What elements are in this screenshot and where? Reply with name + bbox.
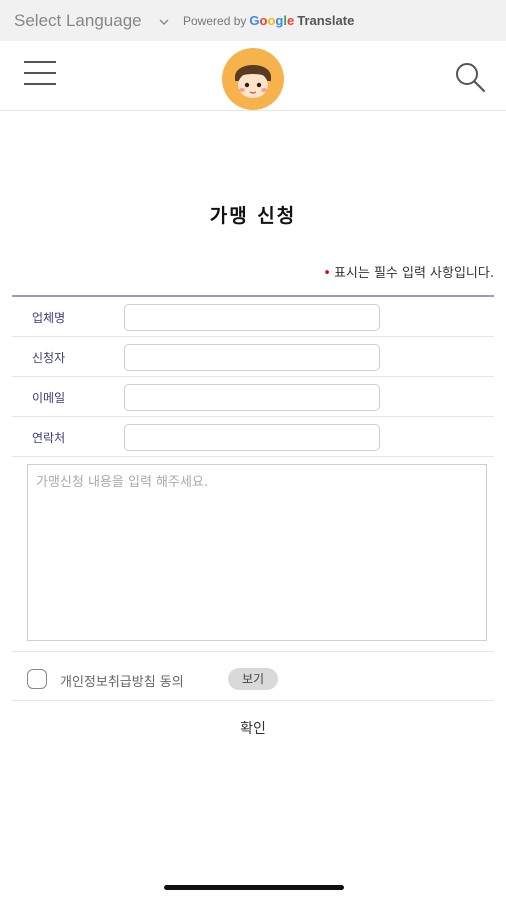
powered-by-google-translate[interactable]: Powered by Google Translate [183,13,354,28]
email-input[interactable] [124,384,380,411]
form-row-contact: 연락처 [12,417,494,457]
email-label: 이메일 [32,391,66,405]
search-icon[interactable] [452,59,488,95]
character-logo[interactable] [221,47,285,111]
privacy-agree-label[interactable]: 개인정보취급방침 동의 [60,671,184,690]
contact-label: 연락처 [32,431,66,445]
hamburger-menu-icon[interactable] [24,61,56,89]
language-select[interactable]: Select Language [14,11,142,31]
applicant-label: 신청자 [32,351,66,365]
required-note: • 표시는 필수 입력 사항입니다. [323,262,494,281]
form-row-applicant: 신청자 [12,337,494,377]
chevron-down-icon[interactable] [158,13,170,32]
company-name-input[interactable] [124,304,380,331]
divider [12,700,494,701]
page-title: 가맹 신청 [209,205,297,227]
message-placeholder: 가맹신청 내용을 입력 해주세요. [36,475,209,490]
translate-word: Translate [297,13,355,28]
required-note-text: 표시는 필수 입력 사항입니다. [333,266,494,281]
form-row-email: 이메일 [12,377,494,417]
google-logo: Google [249,13,295,28]
privacy-agree-checkbox[interactable] [27,669,47,689]
confirm-button[interactable]: 확인 [213,718,293,742]
app-header [0,41,506,111]
required-marker: • [323,266,331,281]
form-row-company: 업체명 [12,297,494,337]
home-indicator [164,885,344,890]
view-privacy-button[interactable]: 보기 [228,668,278,690]
divider [12,651,494,652]
contact-input[interactable] [124,424,380,451]
message-textarea[interactable]: 가맹신청 내용을 입력 해주세요. [27,464,487,641]
applicant-input[interactable] [124,344,380,371]
company-name-label: 업체명 [32,311,66,325]
translate-bar: Select Language Powered by Google Translat… [0,0,506,41]
powered-by-text: Powered by [183,14,247,28]
